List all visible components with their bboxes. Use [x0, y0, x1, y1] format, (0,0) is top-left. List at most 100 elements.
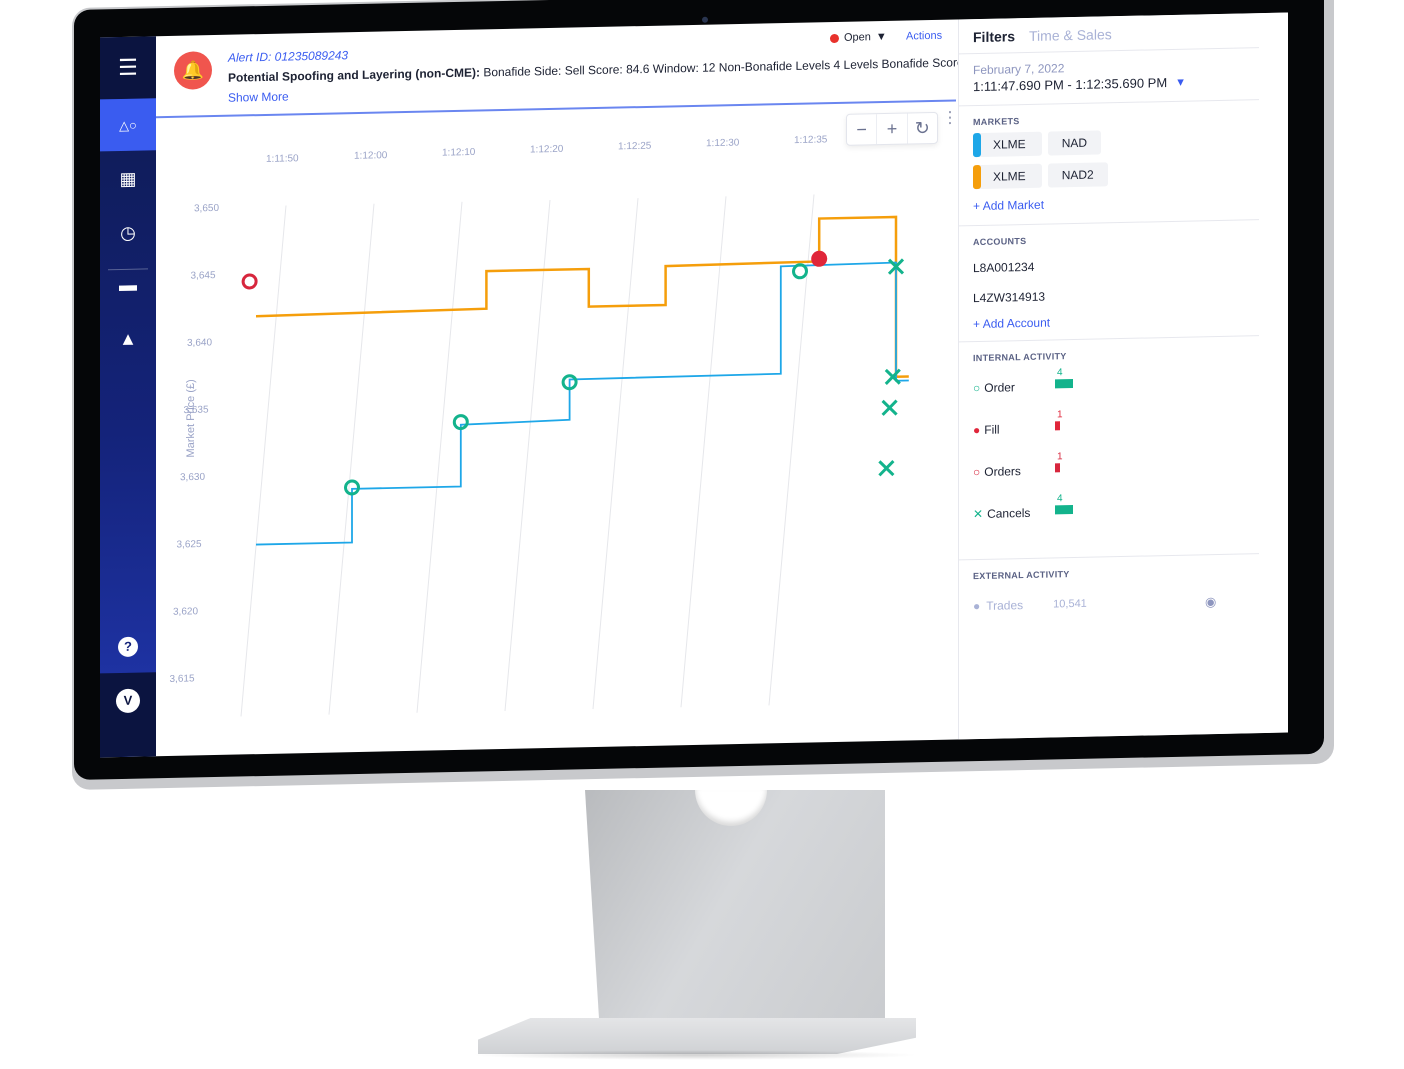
orders-marker: [241, 273, 258, 290]
caret-down-icon[interactable]: ▼: [1175, 76, 1186, 88]
alert-details: Bonafide Side: Sell Score: 84.6 Window: …: [479, 55, 974, 80]
internal-activity-row[interactable]: ✕ Cancels 4: [973, 493, 1193, 528]
shapes-icon: △○: [119, 117, 137, 133]
internal-activity-row[interactable]: ● Fill 1: [973, 409, 1193, 444]
series-line: [255, 215, 909, 379]
market-name-chip[interactable]: NAD: [1047, 130, 1102, 156]
internal-activity-heading: INTERNAL ACTIVITY: [973, 351, 1067, 364]
activity-name: Orders: [984, 464, 1021, 479]
zoom-out-button[interactable]: −: [847, 114, 878, 145]
orders-marker-icon: ○: [973, 464, 981, 480]
divider: [959, 99, 1259, 107]
add-market-button[interactable]: + Add Market: [973, 198, 1044, 213]
show-more-link[interactable]: Show More: [228, 89, 289, 104]
activity-name: Order: [984, 380, 1015, 395]
add-account-button[interactable]: + Add Account: [973, 316, 1050, 332]
sidebar-item-alerts[interactable]: ▲: [100, 312, 156, 365]
x-tick-label: 1:12:25: [618, 141, 652, 153]
external-activity-label: Trades: [986, 598, 1024, 613]
x-gridline: [504, 199, 551, 711]
divider: [959, 335, 1259, 343]
zoom-in-button[interactable]: +: [877, 113, 908, 145]
shield-logo-icon[interactable]: ☰: [100, 36, 156, 100]
market-exchange: XLME: [993, 169, 1026, 184]
monitor: ☰ △○ ▦ ◷ ▬ ▲ ? V 🔔 Alert ID: 01235089243…: [72, 0, 1334, 790]
market-name-chip[interactable]: NAD2: [1047, 162, 1108, 188]
bell-icon: 🔔: [174, 51, 212, 90]
chart-canvas[interactable]: 1:11:50 1:12:00 1:12:10 1:12:20 1:12:25 1:12:…: [156, 101, 956, 756]
order-marker: [792, 263, 808, 280]
panel-tabs: Filters Time & Sales: [973, 26, 1112, 45]
activity-bar: [1055, 463, 1060, 473]
time-range-selector[interactable]: 1:11:47.690 PM - 1:12:35.690 PM ▼: [973, 75, 1186, 94]
more-options-icon[interactable]: ⋮: [942, 109, 958, 126]
divider: [959, 219, 1259, 227]
alert-id[interactable]: Alert ID: 01235089243: [228, 48, 348, 65]
trades-dot-icon: ●: [973, 598, 981, 614]
activity-count: 1: [1057, 409, 1063, 421]
activity-label: ○ Orders: [973, 464, 1021, 479]
date-label: February 7, 2022: [973, 61, 1065, 78]
sidebar-item-shapes[interactable]: △○: [100, 98, 156, 152]
market-row[interactable]: XLME NAD2: [973, 162, 1108, 190]
external-activity-heading: EXTERNAL ACTIVITY: [973, 569, 1070, 582]
status-dot-icon: [830, 33, 839, 43]
chart-zoom-controls: − + ↻: [846, 111, 938, 146]
external-activity-row[interactable]: ● Trades 10,541: [973, 597, 1087, 613]
activity-name: Cancels: [987, 505, 1031, 521]
avatar[interactable]: V: [116, 688, 140, 714]
activity-count: 4: [1057, 493, 1063, 505]
accounts-heading: ACCOUNTS: [973, 236, 1027, 248]
market-row[interactable]: XLME NAD: [973, 130, 1102, 158]
y-tick-label: 3,645: [191, 270, 216, 282]
y-tick-label: 3,640: [187, 337, 212, 349]
app-screen: ☰ △○ ▦ ◷ ▬ ▲ ? V 🔔 Alert ID: 01235089243…: [100, 12, 1288, 758]
y-axis-label: Market Price (£): [185, 379, 197, 457]
actions-button[interactable]: Actions: [906, 30, 942, 43]
market-color-swatch: [973, 132, 981, 158]
market-exchange-chip[interactable]: XLME: [973, 131, 1042, 158]
help-icon[interactable]: ?: [118, 636, 138, 658]
plus-icon: +: [973, 316, 983, 332]
x-tick-label: 1:12:30: [706, 138, 740, 150]
x-tick-label: 1:12:20: [530, 144, 564, 156]
activity-count: 1: [1057, 451, 1063, 463]
x-tick-label: 1:12:00: [354, 150, 388, 162]
sidebar-item-calculator[interactable]: ▦: [100, 152, 156, 205]
sidebar-item-folder[interactable]: ▬: [100, 258, 156, 311]
tab-time-and-sales[interactable]: Time & Sales: [1029, 26, 1112, 44]
reset-zoom-button[interactable]: ↻: [908, 113, 937, 144]
internal-activity-row[interactable]: ○ Orders 1: [973, 451, 1193, 486]
price-chart[interactable]: 1:11:50 1:12:00 1:12:10 1:12:20 1:12:25 1:12:…: [156, 101, 958, 756]
tab-filters[interactable]: Filters: [973, 28, 1015, 45]
activity-count: 4: [1057, 367, 1063, 379]
x-tick-label: 1:11:50: [266, 153, 299, 165]
activity-label: ○ Order: [973, 380, 1015, 395]
eye-off-icon[interactable]: ◉: [1205, 594, 1216, 610]
plus-icon: +: [973, 198, 983, 214]
x-gridline: [416, 201, 463, 713]
cancel-marker: [881, 399, 898, 416]
fill-marker-icon: ●: [973, 422, 981, 438]
activity-label: ✕ Cancels: [973, 506, 1030, 521]
internal-activity-row[interactable]: ○ Order 4: [973, 367, 1193, 402]
activity-bar: [1055, 421, 1060, 431]
sidebar: ☰ △○ ▦ ◷ ▬ ▲ ? V: [100, 36, 156, 758]
sidebar-item-history[interactable]: ◷: [100, 206, 156, 259]
status-dropdown[interactable]: Open ▼: [830, 31, 887, 44]
x-gridline: [592, 198, 639, 710]
base-shadow: [470, 1050, 920, 1060]
time-range-value: 1:11:47.690 PM - 1:12:35.690 PM: [973, 75, 1168, 95]
divider: [959, 553, 1259, 561]
series-line: [256, 261, 909, 546]
x-gridline: [328, 203, 375, 715]
account-item[interactable]: L4ZW314913: [973, 290, 1045, 306]
divider: [959, 47, 1259, 55]
market-color-swatch: [973, 164, 981, 190]
market-exchange-chip[interactable]: XLME: [973, 163, 1042, 190]
cancels-marker-icon: ✕: [973, 506, 984, 522]
y-tick-label: 3,615: [170, 673, 195, 685]
x-tick-label: 1:12:10: [442, 147, 476, 159]
y-tick-label: 3,650: [194, 203, 219, 215]
account-item[interactable]: L8A001234: [973, 260, 1034, 275]
